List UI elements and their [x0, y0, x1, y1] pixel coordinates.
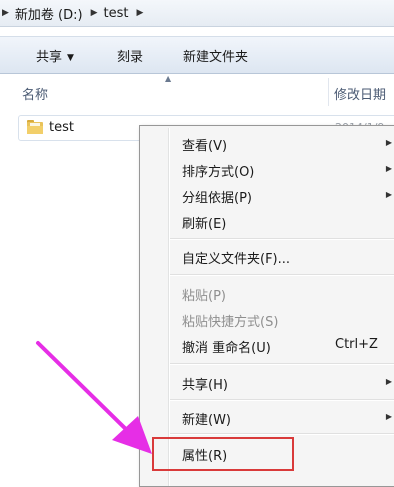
menu-item-refresh[interactable]: 刷新(E): [182, 213, 226, 232]
submenu-arrow-icon: ▶: [385, 138, 392, 147]
submenu-arrow-icon: ▶: [385, 412, 392, 421]
context-menu: 查看(V) ▶ 排序方式(O) ▶ 分组依据(P) ▶ 刷新(E) 自定义文件夹…: [139, 125, 394, 487]
menu-item-paste-shortcut: 粘贴快捷方式(S): [182, 311, 278, 330]
menu-item-undo-rename[interactable]: 撤消 重命名(U): [182, 337, 271, 356]
burn-button[interactable]: 刻录: [117, 46, 143, 65]
address-bar[interactable]: ▶ 新加卷 (D:) ▶ test ▶: [0, 0, 394, 27]
menu-separator: [170, 274, 394, 276]
column-header-row: ▲ 名称 修改日期: [0, 74, 394, 110]
share-button[interactable]: 共享 ▼: [36, 46, 74, 65]
chevron-down-icon: ▼: [67, 53, 74, 63]
command-bar: 共享 ▼ 刻录 新建文件夹: [0, 36, 394, 74]
menu-item-share[interactable]: 共享(H): [182, 374, 228, 393]
menu-item-group-by-label: 分组依据(P): [182, 191, 252, 206]
column-divider[interactable]: [328, 78, 329, 106]
menu-item-customize-folder-label: 自定义文件夹(F)...: [182, 252, 291, 267]
menu-separator: [170, 238, 394, 240]
menu-item-refresh-label: 刷新(E): [182, 217, 227, 232]
chevron-right-icon[interactable]: ▶: [2, 8, 9, 18]
new-folder-button[interactable]: 新建文件夹: [183, 46, 248, 65]
chevron-right-icon[interactable]: ▶: [136, 8, 143, 18]
folder-icon: [27, 120, 43, 134]
menu-item-sort-by-label: 排序方式(O): [182, 165, 255, 180]
file-name: test: [49, 120, 74, 135]
highlight-annotation-box: [152, 437, 294, 471]
menu-item-customize-folder[interactable]: 自定义文件夹(F)...: [182, 248, 290, 267]
menu-item-paste-shortcut-label: 粘贴快捷方式(S): [182, 315, 279, 330]
submenu-arrow-icon: ▶: [385, 190, 392, 199]
menu-item-paste-label: 粘贴(P): [182, 289, 226, 304]
menu-item-group-by[interactable]: 分组依据(P): [182, 187, 252, 206]
breadcrumb-drive[interactable]: 新加卷 (D:): [15, 4, 83, 23]
submenu-arrow-icon: ▶: [385, 164, 392, 173]
breadcrumb-folder[interactable]: test: [104, 6, 129, 21]
share-button-label: 共享: [36, 50, 63, 65]
menu-item-paste: 粘贴(P): [182, 285, 226, 304]
chevron-right-icon[interactable]: ▶: [91, 8, 98, 18]
menu-separator: [170, 433, 394, 435]
menu-item-view[interactable]: 查看(V): [182, 135, 227, 154]
menu-separator: [170, 399, 394, 401]
sort-ascending-icon: ▲: [165, 74, 172, 83]
menu-item-new-label: 新建(W): [182, 413, 231, 428]
menu-item-view-label: 查看(V): [182, 139, 228, 154]
menu-item-sort-by[interactable]: 排序方式(O): [182, 161, 254, 180]
menu-item-undo-shortcut: Ctrl+Z: [335, 337, 378, 352]
menu-item-share-label: 共享(H): [182, 378, 228, 393]
menu-item-undo-rename-label: 撤消 重命名(U): [182, 341, 271, 356]
menu-separator: [170, 363, 394, 365]
menu-item-new[interactable]: 新建(W): [182, 409, 231, 428]
submenu-arrow-icon: ▶: [385, 377, 392, 386]
column-header-name[interactable]: 名称: [22, 84, 48, 103]
column-header-date-modified[interactable]: 修改日期: [334, 84, 386, 103]
